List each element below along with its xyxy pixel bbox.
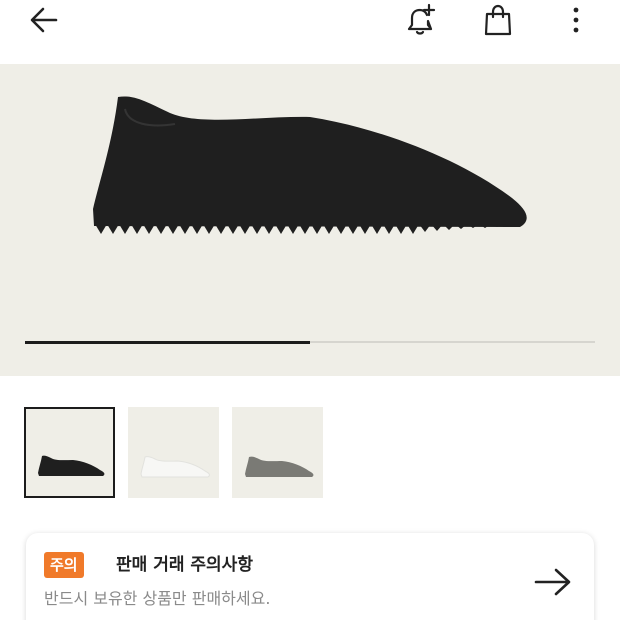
thumbnail-image: [140, 456, 210, 478]
arrow-right-icon: [534, 568, 571, 596]
notification-button[interactable]: [398, 0, 442, 40]
thumbnail-image: [245, 456, 314, 477]
more-vertical-icon: [573, 7, 579, 33]
bell-plus-icon: [407, 3, 436, 35]
shopping-bag-icon: [484, 4, 512, 36]
sales-notice-card[interactable]: 주의 판매 거래 주의사항 반드시 보유한 상품만 판매하세요.: [26, 533, 594, 620]
notice-title: 판매 거래 주의사항: [116, 555, 253, 575]
shopping-bag-button[interactable]: [476, 0, 520, 40]
carousel-progress-indicator: [25, 340, 310, 344]
back-button[interactable]: [22, 0, 66, 40]
thumbnail-gray[interactable]: [232, 407, 323, 498]
thumbnail-image: [38, 455, 105, 476]
top-app-bar: [0, 0, 620, 64]
caution-badge: 주의: [44, 552, 84, 578]
thumbnail-black[interactable]: [24, 407, 115, 498]
notice-description: 반드시 보유한 상품만 판매하세요.: [44, 589, 271, 608]
arrow-left-icon: [30, 7, 58, 33]
carousel-progress-track: [25, 340, 595, 344]
product-image: [93, 96, 527, 234]
thumbnail-strip: [24, 407, 323, 498]
notice-open-button[interactable]: [532, 561, 574, 603]
more-options-button[interactable]: [556, 0, 596, 40]
product-image-carousel[interactable]: [0, 64, 620, 376]
thumbnail-white[interactable]: [128, 407, 219, 498]
